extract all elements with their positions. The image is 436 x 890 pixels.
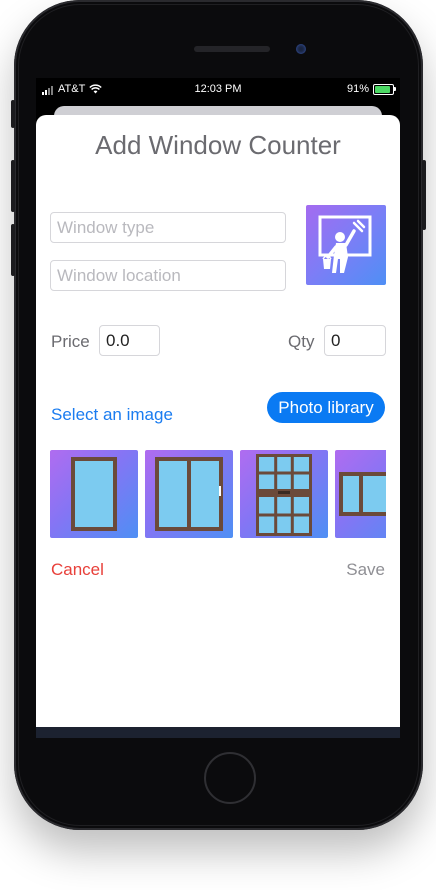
grid-window-icon xyxy=(256,454,312,536)
battery-percent: 91% xyxy=(346,83,369,95)
select-image-label: Select an image xyxy=(51,405,173,424)
window-type-placeholder: Window type xyxy=(57,217,155,237)
single-window-icon xyxy=(71,457,117,531)
cancel-button[interactable]: Cancel xyxy=(51,560,104,580)
qty-value: 0 xyxy=(331,330,341,350)
image-gallery xyxy=(50,450,386,538)
speaker-grille xyxy=(194,46,270,52)
window-type-input[interactable]: Window type xyxy=(50,212,286,243)
page-title: Add Window Counter xyxy=(95,130,341,160)
home-button[interactable] xyxy=(204,752,256,804)
single-window-thumb[interactable] xyxy=(50,450,138,538)
qty-input[interactable]: 0 xyxy=(324,325,386,356)
battery-icon xyxy=(373,83,396,95)
add-window-sheet: Add Window Counter Window type Window lo… xyxy=(36,115,400,727)
grid-window-thumb[interactable] xyxy=(240,450,328,538)
window-location-input[interactable]: Window location xyxy=(50,260,286,291)
volume-up-button xyxy=(11,160,15,212)
window-cleaner-image[interactable] xyxy=(306,205,386,285)
status-time: 12:03 PM xyxy=(194,83,242,95)
double-window-icon xyxy=(155,457,223,531)
status-bar: AT&T 12:03 PM 91% xyxy=(36,78,400,100)
double-window-thumb[interactable] xyxy=(145,450,233,538)
photo-library-button[interactable]: Photo library xyxy=(267,392,385,423)
screen: AT&T 12:03 PM 91% Add Window Counter Win… xyxy=(36,78,400,738)
power-button xyxy=(422,160,426,230)
price-label: Price xyxy=(51,332,90,351)
window-cleaner-icon xyxy=(318,215,372,273)
wide-window-icon xyxy=(339,472,386,516)
qty-label: Qty xyxy=(288,332,315,351)
volume-down-button xyxy=(11,224,15,276)
price-value: 0.0 xyxy=(106,330,130,350)
window-location-placeholder: Window location xyxy=(57,265,181,285)
bottom-strip xyxy=(36,727,400,738)
save-button[interactable]: Save xyxy=(346,560,385,580)
mute-switch xyxy=(11,100,15,128)
battery-group: 91% xyxy=(346,83,396,95)
front-camera xyxy=(296,44,306,54)
price-input[interactable]: 0.0 xyxy=(99,325,160,356)
wide-window-thumb[interactable] xyxy=(335,450,386,538)
